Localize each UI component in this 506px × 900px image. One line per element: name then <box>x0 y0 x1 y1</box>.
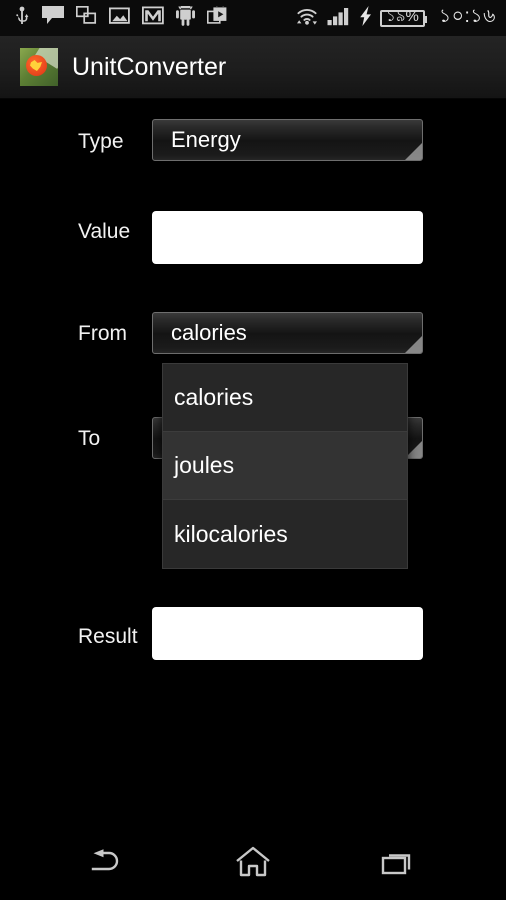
screenshot-copy-icon <box>75 5 97 30</box>
status-bar-clock: ১০:১৬ <box>438 6 496 27</box>
spinner-caret-icon <box>405 336 422 353</box>
recents-icon <box>380 847 416 882</box>
charging-bolt-icon <box>359 5 372 31</box>
spinner-caret-icon <box>405 143 422 160</box>
status-bar-notification-icons <box>14 2 295 31</box>
gmail-icon <box>141 6 164 30</box>
usb-icon <box>14 6 30 31</box>
wifi-icon <box>295 6 319 31</box>
status-bar-system-icons: ১৯% ১০:১৬ <box>295 2 496 34</box>
battery-percent-label: ১৯% <box>386 7 419 25</box>
app-icon-glyph <box>30 60 42 71</box>
android-icon <box>176 2 195 31</box>
dropdown-option-joules[interactable]: joules <box>163 432 407 500</box>
dropdown-option-kilocalories[interactable]: kilocalories <box>163 500 407 568</box>
value-label: Value <box>78 220 131 243</box>
type-spinner-value: Energy <box>171 127 241 152</box>
from-spinner-dropdown[interactable]: calories joules kilocalories <box>162 363 408 569</box>
home-icon <box>233 845 273 884</box>
sms-message-icon <box>42 6 64 30</box>
dropdown-option-label: calories <box>174 384 254 410</box>
recents-button[interactable] <box>354 838 442 890</box>
home-button[interactable] <box>209 838 297 890</box>
android-screen: ১৯% ১০:১৬ UnitConverter Type Energy Valu… <box>0 0 506 900</box>
type-label: Type <box>78 130 124 153</box>
result-input-field[interactable] <box>152 607 423 660</box>
gallery-image-icon <box>108 6 130 30</box>
app-launcher-icon <box>20 48 58 86</box>
type-spinner[interactable]: Energy <box>152 119 423 161</box>
app-title-bar: UnitConverter <box>0 36 506 99</box>
dropdown-option-calories[interactable]: calories <box>163 364 407 432</box>
value-input[interactable] <box>152 211 423 264</box>
result-label: Result <box>78 625 138 648</box>
back-arrow-icon <box>87 847 129 882</box>
to-label: To <box>78 427 101 450</box>
value-input-field[interactable] <box>152 211 423 264</box>
battery-icon: ১৯% <box>380 8 427 27</box>
system-navigation-bar <box>0 828 506 900</box>
from-spinner-value: calories <box>171 320 247 345</box>
result-input[interactable] <box>152 607 423 660</box>
from-spinner[interactable]: calories <box>152 312 423 354</box>
back-button[interactable] <box>64 838 152 890</box>
app-icon-badge <box>26 55 47 76</box>
dropdown-option-label: kilocalories <box>174 520 288 547</box>
dropdown-option-label: joules <box>174 452 235 478</box>
play-store-icon <box>207 2 228 30</box>
cellular-signal-icon <box>327 6 351 31</box>
status-bar: ১৯% ১০:১৬ <box>0 0 506 36</box>
page-title: UnitConverter <box>72 52 227 81</box>
from-label: From <box>78 322 127 345</box>
